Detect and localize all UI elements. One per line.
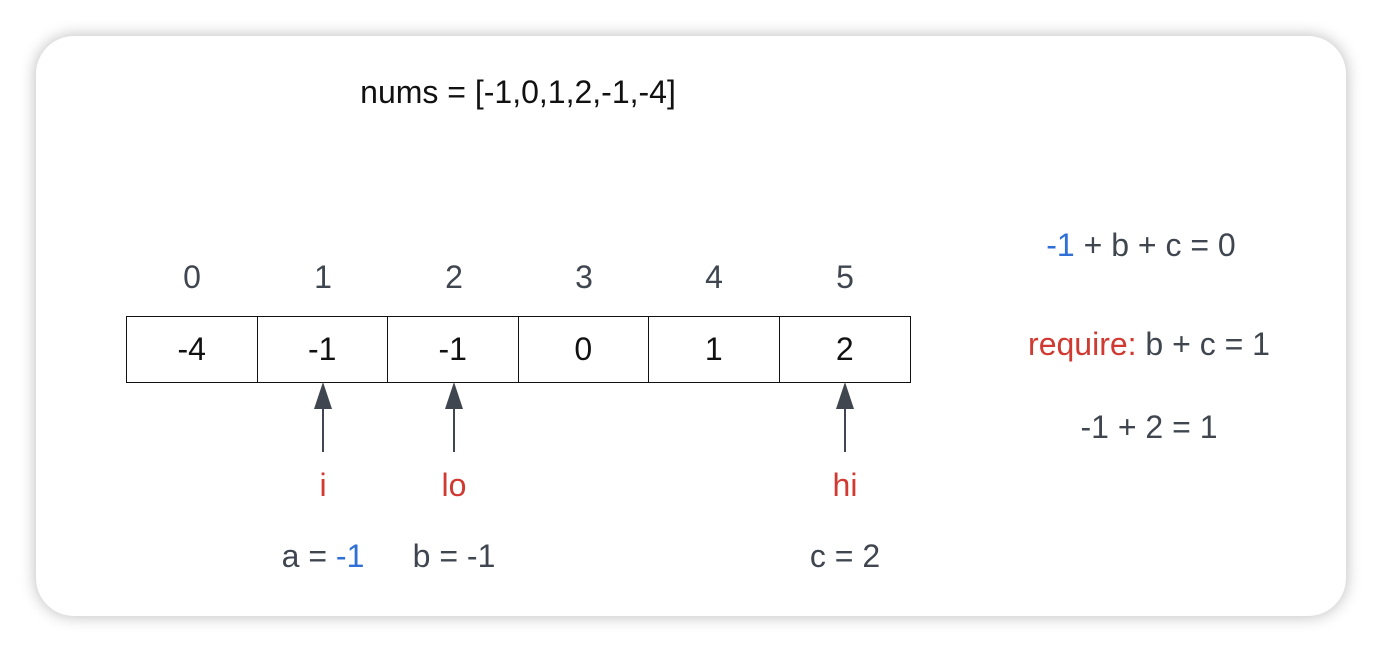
equation-require: require: b + c = 1 (1028, 326, 1270, 362)
equation-sum-zero: -1 + b + c = 0 (1046, 227, 1235, 263)
arrow-lo (445, 382, 463, 452)
value-a: a = -1 (282, 538, 365, 574)
require-rest: b + c = 1 (1136, 326, 1270, 362)
pointer-label-lo: lo (441, 467, 467, 503)
value-b: b = -1 (412, 538, 496, 574)
value-a-prefix: a = (281, 538, 336, 574)
arrow-hi (836, 382, 854, 452)
pointer-label-i: i (319, 467, 327, 503)
equation-check: -1 + 2 = 1 (1080, 409, 1218, 445)
value-a-number: -1 (335, 538, 365, 574)
arrow-i (314, 382, 332, 452)
equation-a-value: -1 (1046, 227, 1075, 263)
pointer-label-hi: hi (832, 467, 858, 503)
equation-rest: + b + c = 0 (1074, 227, 1236, 263)
value-c: c = 2 (809, 538, 881, 574)
require-label: require: (1028, 326, 1137, 362)
